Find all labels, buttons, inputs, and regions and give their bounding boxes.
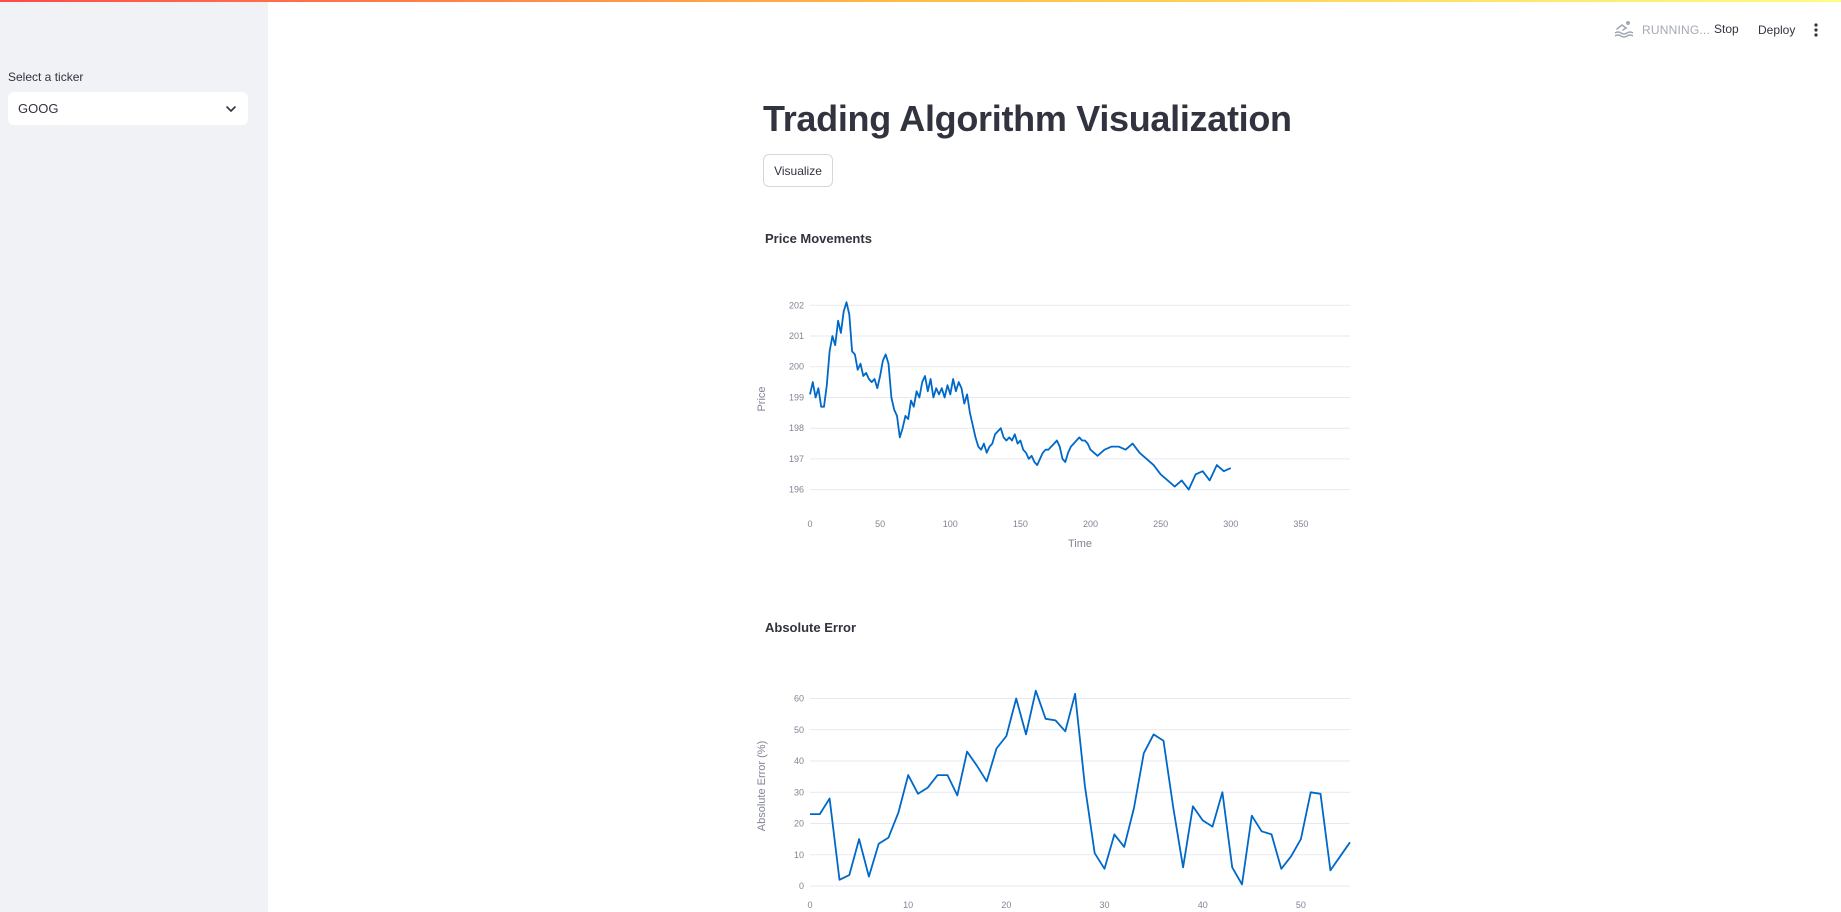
- x-tick-label: 20: [1001, 900, 1011, 910]
- stop-button[interactable]: Stop: [1714, 22, 1739, 36]
- y-tick-label: 198: [789, 423, 804, 433]
- x-tick-label: 40: [1198, 900, 1208, 910]
- y-tick-label: 20: [794, 819, 804, 829]
- x-tick-label: 10: [903, 900, 913, 910]
- x-tick-label: 0: [807, 519, 812, 529]
- x-tick-label: 30: [1100, 900, 1110, 910]
- y-axis-label: Absolute Error (%): [756, 741, 768, 831]
- y-tick-label: 60: [794, 694, 804, 704]
- x-tick-label: 50: [875, 519, 885, 529]
- error-chart-title: Absolute Error: [765, 620, 857, 635]
- ticker-select-label: Select a ticker: [8, 70, 84, 84]
- y-tick-label: 30: [794, 787, 804, 797]
- y-tick-label: 201: [789, 331, 804, 341]
- x-tick-label: 300: [1223, 519, 1238, 529]
- ticker-select-value: GOOG: [18, 101, 59, 116]
- more-menu-icon[interactable]: [1812, 22, 1820, 38]
- y-tick-label: 202: [789, 300, 804, 310]
- series-line: [810, 689, 1351, 886]
- x-tick-label: 100: [943, 519, 958, 529]
- deploy-button[interactable]: Deploy: [1758, 23, 1795, 37]
- ticker-select[interactable]: GOOG: [8, 92, 248, 125]
- x-tick-label: 250: [1153, 519, 1168, 529]
- running-swimmer-icon: [1614, 21, 1634, 38]
- sidebar: Select a ticker GOOG: [0, 2, 268, 912]
- y-tick-label: 0: [799, 881, 804, 891]
- running-status: RUNNING...: [1642, 23, 1710, 37]
- y-tick-label: 40: [794, 756, 804, 766]
- price-movements-chart: 196 197 198 199 200 201 202 0 50 100 150 200 250 300 3…: [756, 300, 1350, 550]
- x-tick-label: 200: [1083, 519, 1098, 529]
- y-tick-label: 196: [789, 485, 804, 495]
- y-tick-label: 10: [794, 850, 804, 860]
- price-chart-title: Price Movements: [765, 231, 872, 246]
- x-tick-label: 50: [1296, 900, 1306, 910]
- x-tick-label: 0: [807, 900, 812, 910]
- y-tick-label: 50: [794, 725, 804, 735]
- x-tick-label: 150: [1013, 519, 1028, 529]
- page-title: Trading Algorithm Visualization: [763, 98, 1292, 139]
- y-tick-label: 200: [789, 362, 804, 372]
- top-decoration-bar: [0, 0, 1841, 2]
- y-axis-label: Price: [756, 386, 768, 411]
- y-tick-label: 199: [789, 392, 804, 402]
- x-axis-label: Time: [1068, 538, 1092, 550]
- x-tick-label: 350: [1293, 519, 1308, 529]
- y-tick-label: 197: [789, 454, 804, 464]
- visualize-button[interactable]: Visualize: [763, 154, 833, 187]
- chevron-down-icon: [226, 105, 236, 112]
- series-line: [809, 301, 1232, 491]
- absolute-error-chart: 0 10 20 30 40 50 60 0 10 20 30 40 50 Absolute Error (…: [756, 689, 1351, 910]
